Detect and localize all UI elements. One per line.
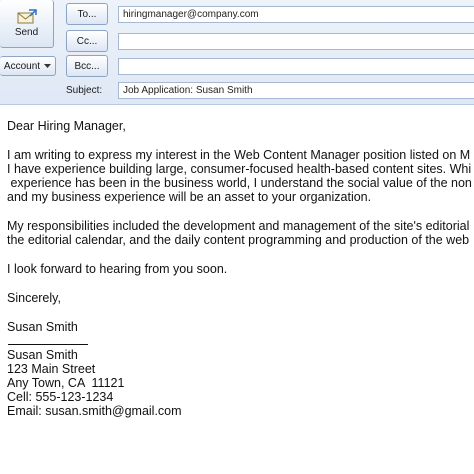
bcc-button[interactable]: Bcc... [66, 55, 108, 77]
account-label: Account [3, 60, 41, 72]
to-label: To... [77, 8, 97, 20]
message-body[interactable]: Dear Hiring Manager, I am writing to exp… [7, 119, 474, 418]
cc-label: Cc... [76, 35, 98, 47]
body-line: experience has been in the business worl… [7, 176, 472, 190]
sign-off: Sincerely, [7, 291, 61, 305]
body-line: and my business experience will be an as… [7, 190, 372, 204]
body-line: the editorial calendar, and the daily co… [7, 233, 470, 247]
send-label: Send [14, 27, 39, 38]
cc-button[interactable]: Cc... [66, 30, 108, 52]
signature-name: Susan Smith [7, 348, 78, 362]
subject-label: Subject: [66, 85, 103, 96]
body-line: I have experience building large, consum… [7, 162, 472, 176]
body-line: I am writing to express my interest in t… [7, 148, 471, 162]
signed-name: Susan Smith [7, 320, 78, 334]
paragraph-2: My responsibilities included the develop… [7, 219, 474, 247]
to-button[interactable]: To... [66, 3, 108, 25]
account-button[interactable]: Account [0, 56, 56, 76]
signature-block: Susan Smith 123 Main Street Any Town, CA… [7, 348, 474, 418]
signature-city: Any Town, CA 11121 [7, 376, 125, 390]
bcc-field[interactable] [118, 58, 474, 75]
paragraph-1: I am writing to express my interest in t… [7, 148, 474, 204]
signature-rule [8, 344, 88, 345]
email-header: Send Account To... hiringmanager@company… [0, 0, 474, 105]
cc-field[interactable] [118, 33, 474, 50]
signature-street: 123 Main Street [7, 362, 96, 376]
subject-field[interactable]: Job Application: Susan Smith [118, 82, 474, 99]
envelope-send-icon [17, 9, 37, 24]
chevron-down-icon [44, 63, 52, 68]
to-field[interactable]: hiringmanager@company.com [118, 6, 474, 23]
signature-email: Email: susan.smith@gmail.com [7, 404, 182, 418]
signature-cell: Cell: 555-123-1234 [7, 390, 114, 404]
bcc-label: Bcc... [74, 60, 100, 72]
body-line: My responsibilities included the develop… [7, 219, 470, 233]
closing-line: I look forward to hearing from you soon. [7, 262, 228, 276]
send-button[interactable]: Send [0, 0, 54, 48]
greeting: Dear Hiring Manager, [7, 119, 126, 133]
